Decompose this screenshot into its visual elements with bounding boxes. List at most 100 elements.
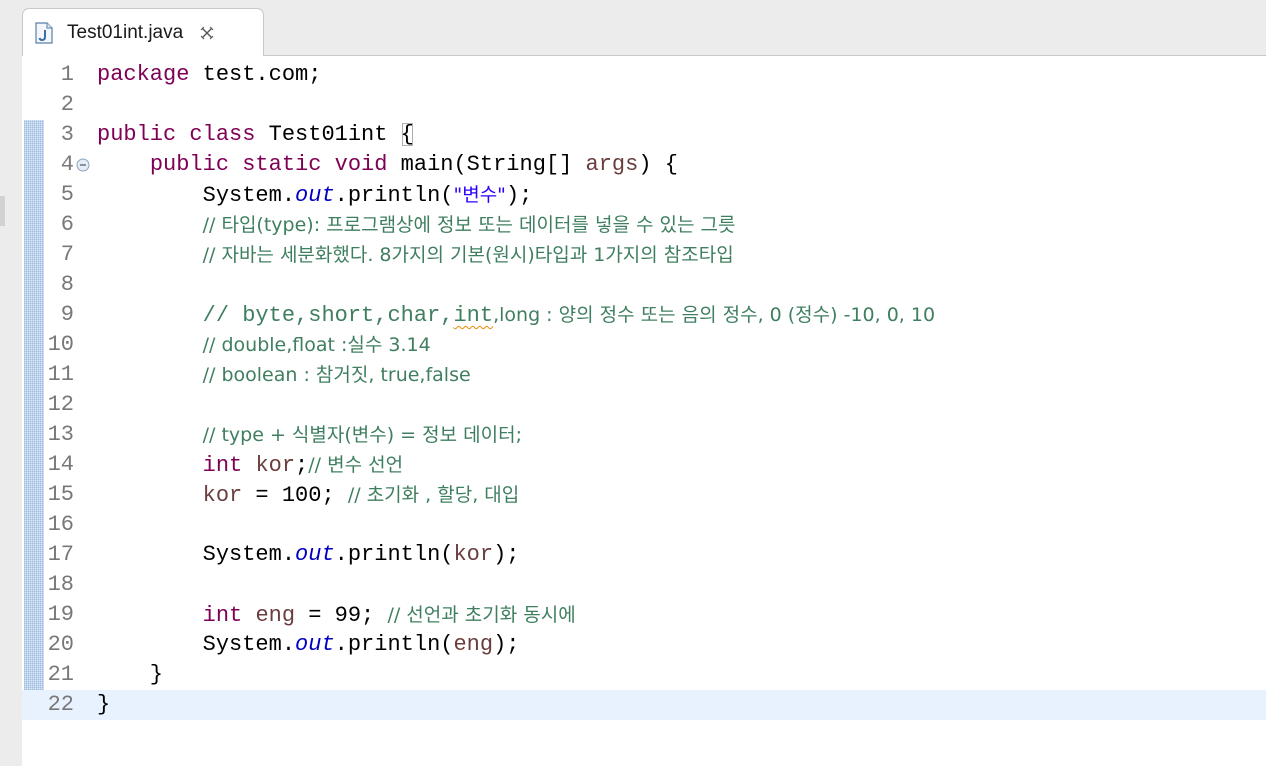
code-line[interactable]: 6 // 타입(type): 프로그램상에 정보 또는 데이터를 넣을 수 있는… <box>22 210 1266 240</box>
code-text: kor = 100; // 초기화 , 할당, 대입 <box>97 480 520 511</box>
eclipse-editor-window: Test01int.java 1 package test.com; 2 3 publi… <box>0 0 1266 766</box>
code-line[interactable]: 18 <box>22 570 1266 600</box>
code-token: ); <box>505 183 533 208</box>
code-line[interactable]: 2 <box>22 90 1266 120</box>
code-line[interactable]: 17 System.out.println(kor); <box>22 540 1266 570</box>
code-token: .println( <box>334 632 454 657</box>
variable-token: args <box>585 152 639 177</box>
variable-token: eng <box>255 603 296 628</box>
panel-resize-handle[interactable] <box>0 196 5 226</box>
code-text: int kor;// 변수 선언 <box>97 450 403 481</box>
line-number: 15 <box>47 482 74 507</box>
variable-token: kor <box>202 483 243 508</box>
code-line[interactable]: 7 // 자바는 세분화했다. 8가지의 기본(원시)타입과 1가지의 참조타입 <box>22 240 1266 270</box>
code-token: = 100; <box>242 483 348 508</box>
code-line[interactable]: 5 System.out.println("변수"); <box>22 180 1266 210</box>
comment-token: // 선언과 초기화 동시에 <box>387 604 576 626</box>
variable-token: kor <box>453 542 494 567</box>
code-line[interactable]: 22} <box>22 690 1266 720</box>
code-lines: 1 package test.com; 2 3 public class Test01i… <box>22 60 1266 720</box>
code-line[interactable]: 13 // type + 식별자(변수) = 정보 데이터; <box>22 420 1266 450</box>
line-number: 13 <box>47 422 74 447</box>
code-editor[interactable]: 1 package test.com; 2 3 public class Test01i… <box>22 56 1266 766</box>
variable-token: eng <box>453 632 494 657</box>
code-line[interactable]: 8 <box>22 270 1266 300</box>
side-panel-strip <box>0 0 22 766</box>
line-number: 7 <box>60 242 74 267</box>
java-file-icon <box>35 21 53 44</box>
keyword-token: class <box>189 122 256 147</box>
code-token: ); <box>493 632 520 657</box>
code-line[interactable]: 4 public static void main(String[] args)… <box>22 150 1266 180</box>
line-number: 19 <box>47 602 74 627</box>
code-line[interactable]: 21 } <box>22 660 1266 690</box>
comment-token: // byte,short,char, <box>202 303 454 328</box>
line-number: 9 <box>60 302 74 327</box>
code-line[interactable]: 1 package test.com; <box>22 60 1266 90</box>
code-token: = 99; <box>295 603 388 628</box>
code-token: System. <box>97 183 296 208</box>
line-number: 16 <box>47 512 74 537</box>
line-number: 12 <box>47 392 74 417</box>
line-number: 1 <box>60 62 74 87</box>
code-text: System.out.println(kor); <box>97 540 520 570</box>
comment-token: // type + 식별자(변수) = 정보 데이터; <box>202 424 522 446</box>
line-number: 18 <box>47 572 74 597</box>
code-text: // boolean : 참거짓, true,false <box>97 360 471 391</box>
code-token: .println( <box>334 183 454 208</box>
line-number: 4 <box>60 152 74 177</box>
line-number: 21 <box>47 662 74 687</box>
code-text: public static void main(String[] args) { <box>97 150 678 180</box>
code-line[interactable]: 20 System.out.println(eng); <box>22 630 1266 660</box>
code-line[interactable]: 14 int kor;// 변수 선언 <box>22 450 1266 480</box>
code-line[interactable]: 10 // double,float :실수 3.14 <box>22 330 1266 360</box>
keyword-token: int <box>202 453 243 478</box>
code-text: // double,float :실수 3.14 <box>97 330 431 361</box>
code-token: System. <box>97 632 296 657</box>
code-text: int eng = 99; // 선언과 초기화 동시에 <box>97 600 576 631</box>
string-literal: "변수" <box>453 184 506 206</box>
code-line[interactable]: 11 // boolean : 참거짓, true,false <box>22 360 1266 390</box>
code-token: } <box>97 662 164 687</box>
code-token: } <box>97 692 111 717</box>
line-number: 2 <box>60 92 74 117</box>
comment-token: // 초기화 , 할당, 대입 <box>347 484 520 506</box>
code-line[interactable]: 12 <box>22 390 1266 420</box>
code-line[interactable]: 9 // byte,short,char,int,long : 양의 정수 또는… <box>22 300 1266 330</box>
keyword-token: void <box>334 152 388 177</box>
matching-bracket: { <box>400 122 414 147</box>
collapse-fold-icon[interactable] <box>76 158 90 172</box>
code-text: // 자바는 세분화했다. 8가지의 기본(원시)타입과 1가지의 참조타입 <box>97 240 734 271</box>
code-token: main(String[] <box>387 152 586 177</box>
keyword-token: int <box>202 603 243 628</box>
comment-token: // 타입(type): 프로그램상에 정보 또는 데이터를 넣을 수 있는 그… <box>202 214 736 236</box>
code-text: // type + 식별자(변수) = 정보 데이터; <box>97 420 522 451</box>
tab-label: Test01int.java <box>67 21 184 43</box>
code-line[interactable]: 15 kor = 100; // 초기화 , 할당, 대입 <box>22 480 1266 510</box>
code-line[interactable]: 19 int eng = 99; // 선언과 초기화 동시에 <box>22 600 1266 630</box>
code-text: } <box>97 660 163 690</box>
code-token: Test01int <box>255 122 401 147</box>
code-text: System.out.println("변수"); <box>97 180 533 211</box>
keyword-token: package <box>97 62 190 87</box>
comment-token: // boolean : 참거짓, true,false <box>202 364 471 386</box>
code-line[interactable]: 16 <box>22 510 1266 540</box>
close-icon[interactable] <box>199 25 215 41</box>
tab-test01int-java[interactable]: Test01int.java <box>22 8 264 56</box>
spelling-warning-token: int <box>453 303 494 328</box>
code-text: System.out.println(eng); <box>97 630 520 660</box>
comment-token: // 변수 선언 <box>308 454 404 476</box>
code-token: System. <box>97 542 296 567</box>
code-line[interactable]: 3 public class Test01int { <box>22 120 1266 150</box>
static-field-token: out <box>295 542 335 567</box>
